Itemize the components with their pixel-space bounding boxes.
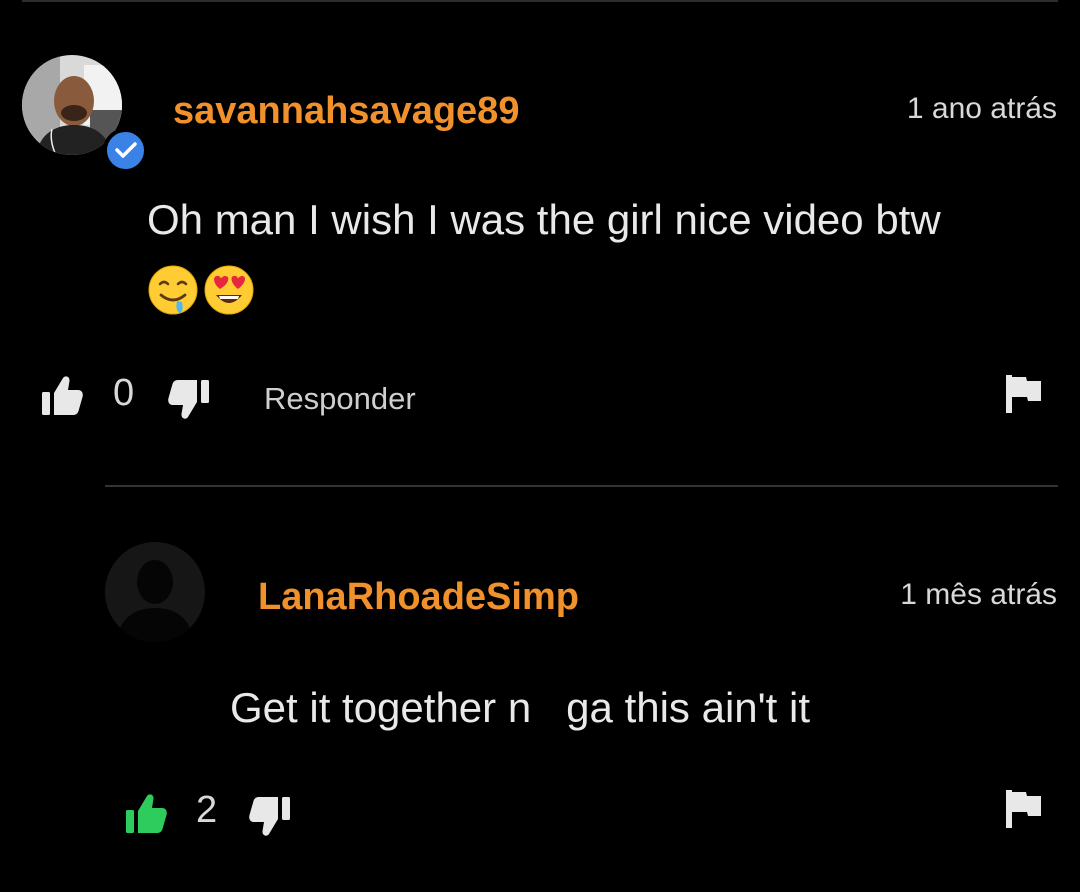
comments-page: savannahsavage89 1 ano atrás Oh man I wi… bbox=[0, 0, 1080, 892]
drooling-face-icon bbox=[148, 265, 198, 315]
like-count: 2 bbox=[196, 789, 218, 831]
like-button-icon[interactable] bbox=[40, 375, 84, 417]
report-flag-icon[interactable] bbox=[1006, 790, 1042, 828]
comment-timestamp: 1 mês atrás bbox=[900, 578, 1057, 611]
heart-eyes-icon bbox=[204, 265, 254, 315]
comment-username[interactable]: LanaRhoadeSimp bbox=[258, 576, 579, 619]
comment-divider bbox=[105, 485, 1058, 487]
comment-text: Oh man I wish I was the girl nice video … bbox=[147, 196, 941, 243]
report-flag-icon[interactable] bbox=[1006, 375, 1042, 413]
comment-timestamp: 1 ano atrás bbox=[906, 92, 1057, 125]
comment-text: Get it together n ga this ain't it bbox=[230, 684, 811, 731]
comment-username[interactable]: savannahsavage89 bbox=[173, 90, 519, 133]
top-divider bbox=[22, 0, 1058, 2]
dislike-button-icon[interactable] bbox=[248, 795, 292, 837]
like-button-icon[interactable] bbox=[124, 793, 168, 835]
avatar[interactable] bbox=[105, 542, 205, 642]
reply-button[interactable]: Responder bbox=[264, 381, 416, 417]
emoji-row bbox=[147, 264, 255, 320]
like-count: 0 bbox=[113, 372, 135, 414]
verified-badge-icon bbox=[103, 128, 148, 173]
dislike-button-icon[interactable] bbox=[167, 378, 211, 420]
